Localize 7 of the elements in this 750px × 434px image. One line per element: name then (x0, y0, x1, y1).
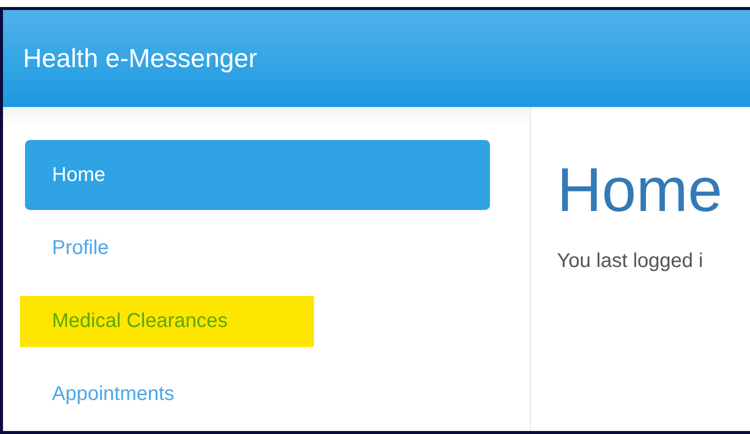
app-title: Health e-Messenger (23, 43, 258, 74)
page-heading: Home (557, 155, 724, 226)
nav-item[interactable]: Profile (25, 213, 490, 283)
last-login-text: You last logged i (557, 250, 704, 273)
nav-item[interactable]: Medical Clearances (20, 296, 314, 347)
nav-item[interactable]: Home (25, 140, 490, 210)
nav-item[interactable]: Appointments (25, 359, 490, 429)
